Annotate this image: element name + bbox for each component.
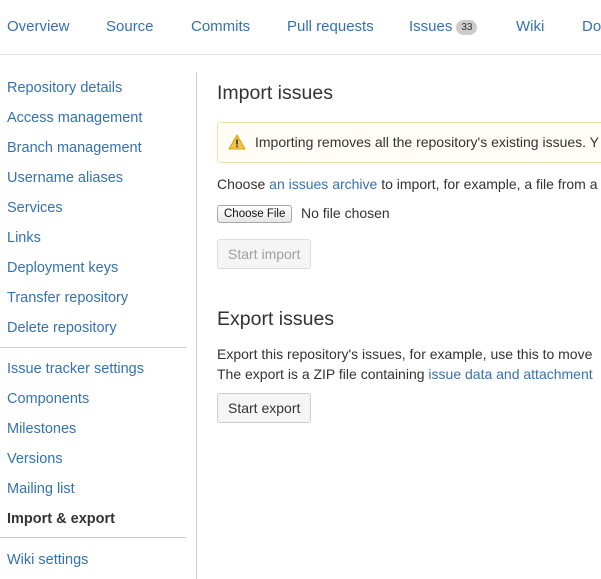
sidebar-divider: [0, 537, 186, 538]
export-description-prefix: The export is a ZIP file containing: [217, 366, 429, 382]
import-instructions-suffix: to import, for example, a file from a: [377, 176, 598, 192]
tab-pull-requests[interactable]: Pull requests: [287, 18, 374, 36]
export-description-line2: The export is a ZIP file containing issu…: [217, 365, 593, 383]
tab-downloads[interactable]: Dow: [582, 18, 601, 36]
sidebar-item-import-export[interactable]: Import & export: [7, 510, 115, 528]
sidebar-item-services[interactable]: Services: [7, 199, 63, 217]
sidebar-item-wiki-settings[interactable]: Wiki settings: [7, 551, 88, 569]
sidebar-item-access-management[interactable]: Access management: [7, 109, 142, 127]
import-instructions: Choose an issues archive to import, for …: [217, 175, 598, 193]
sidebar-item-links[interactable]: Links: [7, 229, 41, 247]
tab-source[interactable]: Source: [106, 18, 154, 36]
import-warning-banner: Importing removes all the repository's e…: [217, 122, 601, 163]
sidebar-item-components[interactable]: Components: [7, 390, 89, 408]
tab-overview[interactable]: Overview: [7, 18, 70, 36]
file-status-text: No file chosen: [301, 205, 390, 221]
start-import-button[interactable]: Start import: [217, 239, 312, 269]
sidebar-item-repository-details[interactable]: Repository details: [7, 79, 122, 97]
sidebar-item-milestones[interactable]: Milestones: [7, 420, 76, 438]
settings-sidebar: Repository details Access management Bra…: [0, 54, 197, 579]
sidebar-border: [196, 72, 197, 579]
issue-data-link[interactable]: issue data and attachment: [428, 366, 592, 382]
export-description-line1: Export this repository's issues, for exa…: [217, 346, 593, 362]
sidebar-divider: [0, 347, 186, 348]
import-warning-text: Importing removes all the repository's e…: [255, 134, 600, 150]
tab-commits[interactable]: Commits: [191, 18, 250, 36]
main-content: Import issues Importing removes all the …: [217, 54, 601, 579]
issues-archive-link[interactable]: an issues archive: [269, 176, 377, 192]
import-issues-heading: Import issues: [217, 82, 333, 104]
issues-count-badge: 33: [456, 20, 478, 35]
sidebar-item-deployment-keys[interactable]: Deployment keys: [7, 259, 118, 277]
choose-file-button[interactable]: Choose File: [217, 205, 293, 223]
tab-wiki[interactable]: Wiki: [516, 18, 544, 36]
start-export-button[interactable]: Start export: [217, 393, 312, 423]
sidebar-item-versions[interactable]: Versions: [7, 450, 63, 468]
tab-issues-label: Issues: [409, 18, 453, 35]
export-issues-heading: Export issues: [217, 308, 335, 330]
import-instructions-prefix: Choose: [217, 176, 270, 192]
repo-nav: Overview Source Commits Pull requests Is…: [0, 0, 601, 55]
sidebar-item-mailing-list[interactable]: Mailing list: [7, 480, 75, 498]
tab-issues[interactable]: Issues 33: [409, 18, 478, 36]
sidebar-item-delete-repository[interactable]: Delete repository: [7, 319, 117, 337]
sidebar-item-issue-tracker-settings[interactable]: Issue tracker settings: [7, 360, 144, 378]
warning-icon: [228, 134, 246, 150]
sidebar-item-branch-management[interactable]: Branch management: [7, 139, 142, 157]
sidebar-item-username-aliases[interactable]: Username aliases: [7, 169, 123, 187]
sidebar-item-transfer-repository[interactable]: Transfer repository: [7, 289, 128, 307]
